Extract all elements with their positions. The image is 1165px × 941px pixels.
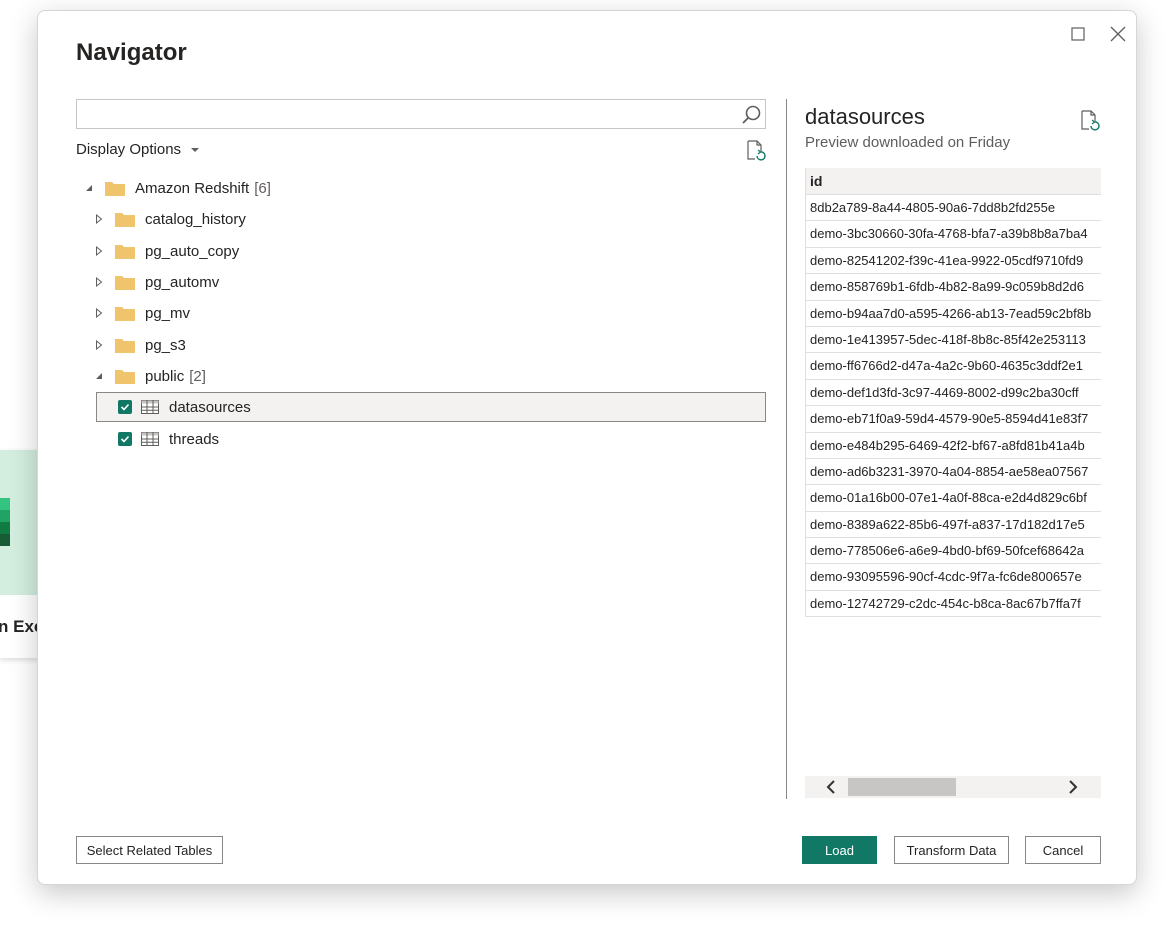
tree-item-pg-mv[interactable]: pg_mv	[93, 298, 190, 328]
excel-icon	[0, 498, 10, 546]
collapsed-arrow-icon[interactable]	[93, 276, 105, 288]
grid-cell[interactable]: demo-778506e6-a6e9-4bd0-bf69-50fcef68642…	[806, 538, 1101, 565]
expanded-arrow-icon[interactable]	[83, 182, 95, 194]
folder-icon	[115, 307, 135, 321]
cancel-button[interactable]: Cancel	[1025, 836, 1101, 864]
maximize-icon	[1071, 27, 1085, 41]
preview-grid: id 8db2a789-8a44-4805-90a6-7dd8b2fd255e …	[805, 168, 1101, 617]
search-input[interactable]	[77, 100, 727, 128]
tree-item-count: [2]	[189, 367, 206, 385]
grid-cell[interactable]: demo-1e413957-5dec-418f-8b8c-85f42e25311…	[806, 327, 1101, 354]
load-button[interactable]: Load	[802, 836, 877, 864]
column-header-id[interactable]: id	[806, 168, 1101, 195]
table-icon	[141, 400, 159, 414]
scrollbar-thumb[interactable]	[848, 778, 956, 796]
preview-subtitle: Preview downloaded on Friday	[805, 134, 1011, 151]
collapsed-arrow-icon[interactable]	[93, 213, 105, 225]
folder-icon	[115, 339, 135, 353]
checkmark-icon	[120, 435, 130, 443]
folder-icon	[105, 182, 125, 196]
datasources-checkbox[interactable]	[118, 400, 132, 414]
grid-cell[interactable]: demo-eb71f0a9-59d4-4579-90e5-8594d41e83f…	[806, 406, 1101, 433]
scroll-right-icon[interactable]	[1065, 779, 1081, 795]
grid-cell[interactable]: demo-def1d3fd-3c97-4469-8002-d99c2ba30cf…	[806, 380, 1101, 407]
grid-cell[interactable]: demo-e484b295-6469-42f2-bf67-a8fd81b41a4…	[806, 433, 1101, 459]
refresh-preview-icon[interactable]	[1078, 109, 1100, 131]
display-options-label: Display Options	[76, 141, 182, 158]
grid-cell[interactable]: demo-12742729-c2dc-454c-b8ca-8ac67b7ffa7…	[806, 591, 1101, 616]
select-related-tables-button[interactable]: Select Related Tables	[76, 836, 223, 864]
close-icon	[1110, 26, 1126, 42]
tree-item-count: [6]	[254, 179, 271, 197]
preview-title: datasources	[805, 104, 925, 129]
pane-divider[interactable]	[786, 99, 787, 799]
dialog-title: Navigator	[76, 39, 187, 66]
collapsed-arrow-icon[interactable]	[93, 339, 105, 351]
grid-cell[interactable]: demo-858769b1-6fdb-4b82-8a99-9c059b8d2d6	[806, 274, 1101, 301]
tree-item-pg-automv[interactable]: pg_automv	[93, 267, 219, 297]
maximize-button[interactable]	[1063, 19, 1093, 49]
tree-item-pg-auto-copy[interactable]: pg_auto_copy	[93, 236, 239, 266]
chevron-down-icon	[191, 147, 200, 152]
grid-cell[interactable]: demo-ff6766d2-d47a-4a2c-9b60-4635c3ddf2e…	[806, 353, 1101, 380]
folder-icon	[115, 245, 135, 259]
display-options-dropdown[interactable]: Display Options	[76, 141, 200, 158]
scroll-left-icon[interactable]	[823, 779, 839, 795]
collapsed-arrow-icon[interactable]	[93, 245, 105, 257]
horizontal-scrollbar[interactable]	[805, 776, 1101, 798]
folder-icon	[115, 276, 135, 290]
grid-cell[interactable]: 8db2a789-8a44-4805-90a6-7dd8b2fd255e	[806, 195, 1101, 222]
tree-item-label: datasources	[169, 398, 251, 416]
tree-item-label: pg_automv	[145, 273, 220, 291]
tree-item-label: catalog_history	[145, 210, 246, 228]
folder-icon	[115, 370, 135, 384]
tree-item-datasources[interactable]: datasources	[118, 392, 251, 422]
transform-data-button[interactable]: Transform Data	[894, 836, 1009, 864]
tree-item-label: pg_auto_copy	[145, 242, 240, 260]
grid-cell[interactable]: demo-ad6b3231-3970-4a04-8854-ae58ea07567	[806, 459, 1101, 486]
tree-item-label: Amazon Redshift	[135, 179, 250, 197]
table-icon	[141, 432, 159, 446]
close-button[interactable]	[1103, 19, 1133, 49]
navigator-dialog: Navigator Display Options Amazon Redshif…	[37, 10, 1137, 885]
tree-item-amazon-redshift[interactable]: Amazon Redshift [6]	[83, 173, 271, 203]
search-icon[interactable]	[740, 104, 762, 126]
grid-cell[interactable]: demo-01a16b00-07e1-4a0f-88ca-e2d4d829c6b…	[806, 485, 1101, 512]
tree-item-pg-s3[interactable]: pg_s3	[93, 330, 186, 360]
tree-item-catalog-history[interactable]: catalog_history	[93, 204, 246, 234]
tree-item-label: threads	[169, 430, 220, 448]
search-box[interactable]	[76, 99, 766, 129]
threads-checkbox[interactable]	[118, 432, 132, 446]
tree-item-label: pg_mv	[145, 304, 191, 322]
folder-icon	[115, 213, 135, 227]
tree-item-public[interactable]: public [2]	[93, 361, 206, 391]
tree-item-threads[interactable]: threads	[118, 424, 219, 454]
refresh-icon[interactable]	[744, 139, 766, 161]
grid-cell[interactable]: demo-b94aa7d0-a595-4266-ab13-7ead59c2bf8…	[806, 301, 1101, 327]
checkmark-icon	[120, 403, 130, 411]
tree-item-label: pg_s3	[145, 336, 186, 354]
grid-cell[interactable]: demo-82541202-f39c-41ea-9922-05cdf9710fd…	[806, 248, 1101, 275]
expanded-arrow-icon[interactable]	[93, 370, 105, 382]
grid-cell[interactable]: demo-93095596-90cf-4cdc-9f7a-fc6de800657…	[806, 564, 1101, 591]
tree-item-label: public	[145, 367, 185, 385]
collapsed-arrow-icon[interactable]	[93, 307, 105, 319]
grid-cell[interactable]: demo-3bc30660-30fa-4768-bfa7-a39b8b8a7ba…	[806, 221, 1101, 248]
grid-cell[interactable]: demo-8389a622-85b6-497f-a837-17d182d17e5	[806, 512, 1101, 539]
